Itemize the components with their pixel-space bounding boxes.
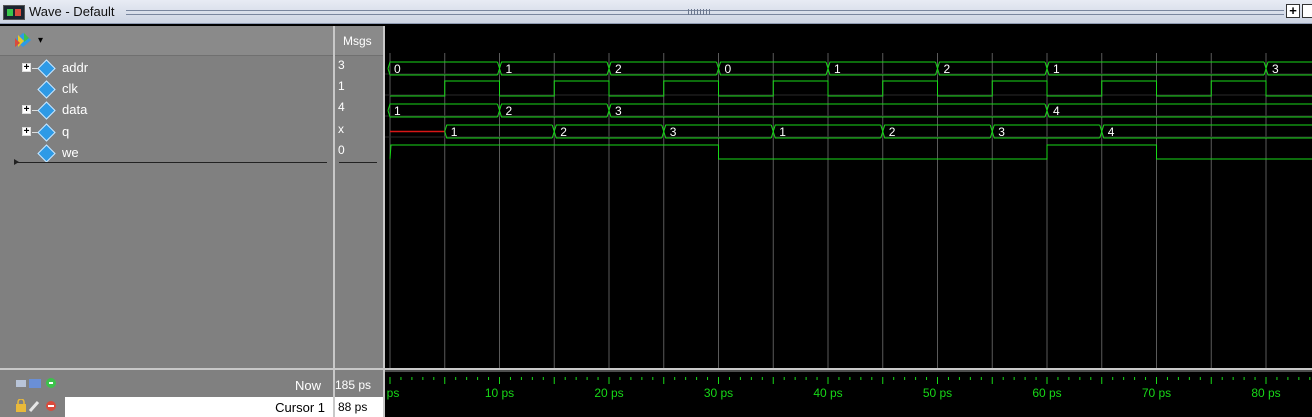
signal-value-data: 4 <box>338 100 345 114</box>
q-wave-segment <box>444 124 553 132</box>
addr-wave-segment <box>387 61 498 69</box>
time-tick-label: 10 ps <box>484 386 515 400</box>
data-wave-value-label: 2 <box>506 104 513 118</box>
diamond-icon <box>37 80 56 99</box>
time-tick-label: 70 ps <box>1141 386 1172 400</box>
signal-name: we <box>62 145 79 160</box>
signal-row-q[interactable]: + q <box>0 122 333 143</box>
q-wave-segment <box>882 124 991 132</box>
data-wave-segment <box>387 103 498 111</box>
addr-wave-value-label: 3 <box>1272 62 1279 76</box>
clk-wave <box>390 80 1312 97</box>
time-tick-label: 80 ps <box>1251 386 1281 400</box>
q-wave-value-label: 3 <box>998 125 1005 139</box>
expand-icon[interactable]: + <box>22 63 31 73</box>
data-wave-value-label: 1 <box>394 104 401 118</box>
waveform-area[interactable]: 0 1 2 0 1 2 1 3 1 2 3 4 1 2 3 1 2 3 4 <box>385 26 1312 368</box>
signal-name: clk <box>62 81 78 96</box>
addr-wave-value-label: 0 <box>394 62 401 76</box>
cursor-line-value <box>339 162 377 163</box>
undock-button[interactable] <box>1302 4 1312 18</box>
signal-row-clk[interactable]: clk <box>0 79 333 100</box>
signal-value-we: 0 <box>338 143 345 157</box>
signal-name-pane: ▾ + addr clk + data + q we <box>0 26 333 368</box>
q-wave-value-label: 2 <box>889 125 896 139</box>
pane-splitter-1[interactable] <box>333 26 335 417</box>
now-label: Now <box>294 378 321 393</box>
data-wave-segment <box>1046 103 1312 111</box>
addr-wave-segment <box>937 61 1045 69</box>
diamond-icon <box>37 101 56 120</box>
diamond-icon <box>37 123 56 142</box>
data-wave-segment <box>608 103 1045 111</box>
value-pane-header: Msgs <box>335 26 383 56</box>
cursor-name-field[interactable]: Cursor 1 <box>65 397 333 417</box>
time-tick-label: ps <box>386 386 400 400</box>
addr-wave-value-label: 0 <box>725 62 732 76</box>
signal-row-we[interactable]: we <box>0 143 333 164</box>
cursor-pane: Now Cursor 1 <box>0 370 333 417</box>
lock-cursor-icons[interactable] <box>16 399 60 413</box>
diamond-icon <box>37 59 56 78</box>
expand-button[interactable]: + <box>1286 4 1300 18</box>
msgs-label: Msgs <box>343 34 372 48</box>
addr-wave-segment <box>1046 61 1264 69</box>
signal-name: q <box>62 124 70 139</box>
name-pane-header: ▾ <box>0 26 333 56</box>
wave-window-icon <box>3 5 25 20</box>
addr-wave-value-label: 2 <box>615 62 622 76</box>
addr-wave-segment <box>608 61 717 69</box>
colorful-wave-icon[interactable] <box>14 32 32 48</box>
q-wave-segment <box>991 124 1100 132</box>
cursor-label: Cursor 1 <box>275 400 325 415</box>
addr-wave-segment <box>499 61 607 69</box>
window-titlebar: Wave - Default + <box>0 0 1312 24</box>
we-wave <box>389 144 1312 160</box>
cursor-value[interactable]: 88 ps <box>335 397 383 417</box>
cursor-line[interactable] <box>14 162 327 163</box>
q-wave-value-label: 1 <box>451 125 458 139</box>
diamond-icon <box>37 144 56 163</box>
signal-name: data <box>62 102 88 117</box>
signal-row-data[interactable]: + data <box>0 100 333 121</box>
time-tick-label: 60 ps <box>1032 386 1062 400</box>
addr-wave-value-label: 2 <box>944 62 951 76</box>
signal-value-addr: 3 <box>338 58 345 72</box>
q-wave-value-label: 3 <box>670 125 677 139</box>
q-wave-value-label: 1 <box>779 125 786 139</box>
window-title: Wave - Default <box>29 4 115 19</box>
q-wave-segment <box>772 124 881 132</box>
time-tick-label: 30 ps <box>703 386 734 400</box>
wave-tools-icon[interactable] <box>16 377 60 389</box>
q-wave-value-label: 2 <box>560 125 567 139</box>
data-wave-value-label: 4 <box>1053 104 1060 118</box>
data-wave-segment <box>499 103 607 111</box>
signal-name: addr <box>62 60 89 75</box>
time-tick-label: 40 ps <box>813 386 843 400</box>
q-wave-value-label: 4 <box>1108 125 1115 139</box>
addr-wave-segment <box>827 61 936 69</box>
signal-row-addr[interactable]: + addr <box>0 58 333 79</box>
addr-wave-segment <box>718 61 826 69</box>
now-value: 185 ps <box>335 378 372 392</box>
q-wave-segment <box>663 124 772 132</box>
q-wave-segment <box>553 124 662 132</box>
value-pane: Msgs 3 1 4 x 0 <box>335 26 383 368</box>
drag-grip-icon[interactable] <box>688 9 712 15</box>
toolbar-dropdown-icon[interactable]: ▾ <box>38 35 43 46</box>
addr-wave-value-label: 1 <box>1053 62 1060 76</box>
addr-wave-value-label: 1 <box>834 62 841 76</box>
expand-icon[interactable]: + <box>22 105 31 115</box>
cursor-values: 185 ps 88 ps <box>335 370 383 417</box>
signal-value-clk: 1 <box>338 79 345 93</box>
time-ruler[interactable]: ps 10 ps 20 ps 30 ps 40 ps 50 ps 60 ps 70 ps 80 … <box>385 370 1312 417</box>
data-wave-value-label: 3 <box>615 104 622 118</box>
time-tick-label: 20 ps <box>594 386 624 400</box>
expand-icon[interactable]: + <box>22 127 31 137</box>
addr-wave-value-label: 1 <box>506 62 513 76</box>
q-wave-segment <box>1101 124 1312 132</box>
signal-value-q: x <box>338 122 344 136</box>
time-tick-label: 50 ps <box>922 386 953 400</box>
